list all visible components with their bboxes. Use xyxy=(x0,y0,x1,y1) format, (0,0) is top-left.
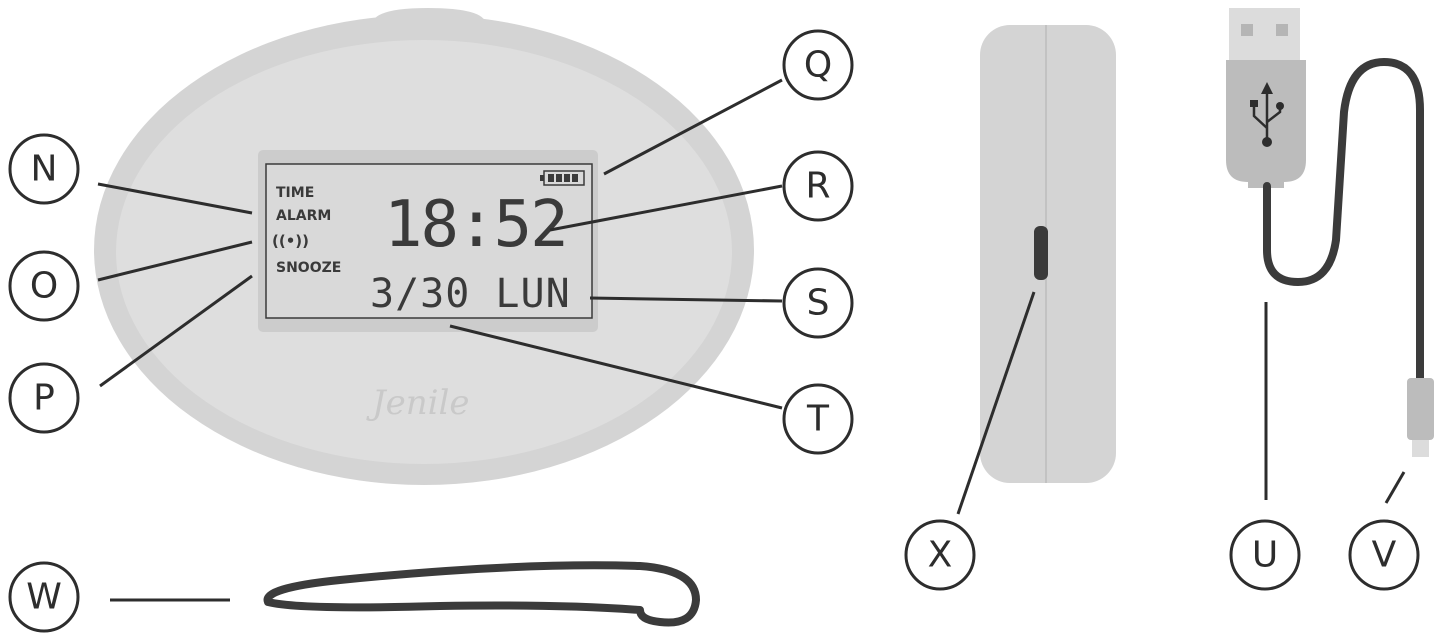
snooze-label: SNOOZE xyxy=(276,260,341,276)
side-port xyxy=(1034,226,1048,280)
callout-letter: S xyxy=(807,283,830,324)
callout-P: P xyxy=(8,362,80,434)
device-diagram: TIME ALARM ((•)) SNOOZE 18:52 3/30 LUN J… xyxy=(8,8,1434,633)
date-readout: 3/30 LUN xyxy=(370,271,571,317)
callout-O: O xyxy=(8,250,80,322)
callout-U: U xyxy=(1229,519,1301,591)
callout-X: X xyxy=(904,519,976,591)
usb-cable xyxy=(1226,8,1434,457)
callout-letter: W xyxy=(26,577,62,618)
callout-T: T xyxy=(782,383,854,455)
brand-logo: Jenile xyxy=(366,383,470,423)
callout-letter: P xyxy=(33,378,55,419)
alarm-clock-front: TIME ALARM ((•)) SNOOZE 18:52 3/30 LUN J… xyxy=(94,8,754,485)
callout-V: V xyxy=(1348,519,1420,591)
callout-letter: N xyxy=(31,149,58,190)
time-mode-label: TIME xyxy=(276,185,314,201)
callout-letter: T xyxy=(806,399,830,440)
callout-R: R xyxy=(782,150,854,222)
callout-S: S xyxy=(782,267,854,339)
alarm-mode-label: ALARM xyxy=(276,208,331,224)
callout-letter: X xyxy=(928,535,953,576)
callout-letter: V xyxy=(1372,535,1397,576)
micro-usb-tip xyxy=(1412,440,1429,457)
callout-W: W xyxy=(8,561,80,633)
callout-letter: U xyxy=(1252,535,1278,576)
clock-side-view xyxy=(980,25,1116,483)
wrist-strap xyxy=(263,561,700,627)
callout-letter: O xyxy=(30,266,58,307)
micro-usb-housing xyxy=(1407,378,1434,440)
usb-a-connector xyxy=(1229,8,1300,62)
time-readout: 18:52 xyxy=(384,188,567,262)
callout-letter: R xyxy=(805,166,830,207)
callout-Q: Q xyxy=(782,29,854,101)
alarm-ringing-icon: ((•)) xyxy=(272,232,309,250)
callout-letter: Q xyxy=(804,45,832,86)
callout-N: N xyxy=(8,133,80,205)
